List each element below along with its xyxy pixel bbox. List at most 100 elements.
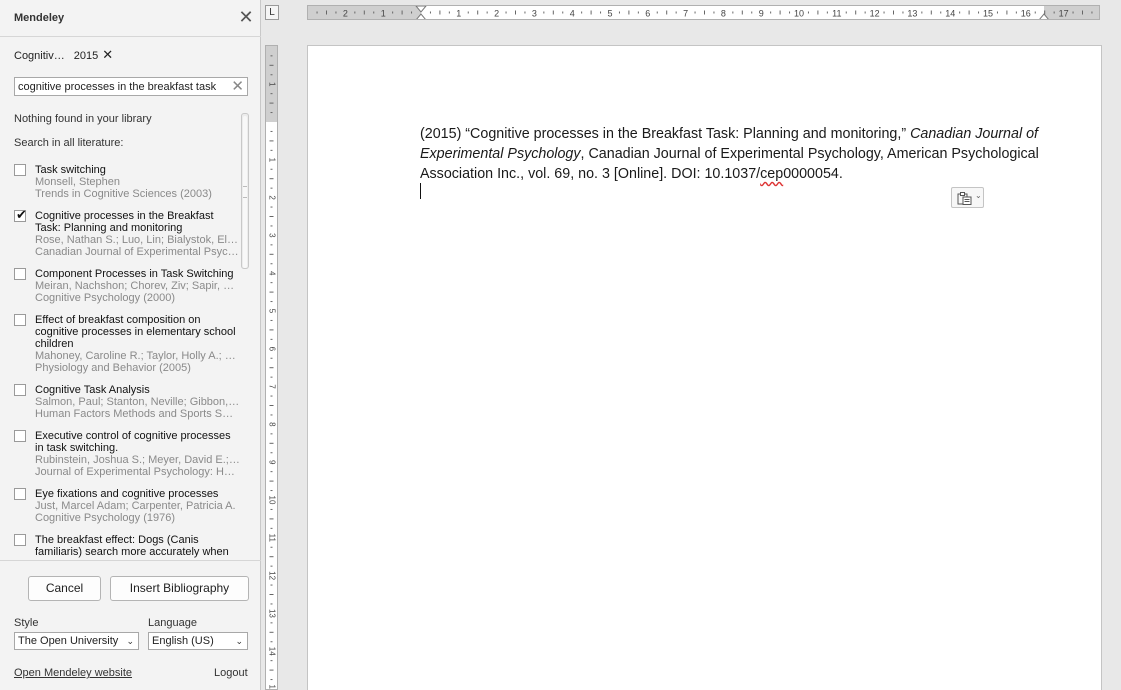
result-authors: Just, Marcel Adam; Carpenter, Patricia A… <box>35 500 236 512</box>
text-cursor <box>420 183 421 199</box>
logout-link[interactable]: Logout <box>214 667 248 679</box>
mendeley-panel: Mendeley ✕ Cognitiv…2015✕ ✕ Nothing foun… <box>0 0 261 690</box>
ruler-number: 1 <box>267 82 276 87</box>
results-scrollbar[interactable] <box>241 113 249 269</box>
ruler-number: 14 <box>945 9 955 19</box>
style-select[interactable]: The Open University ⌄ <box>14 632 139 650</box>
result-title: Cognitive Task Analysis <box>35 384 150 396</box>
ruler-number: 12 <box>267 571 276 580</box>
ruler-number: 17 <box>1059 9 1069 19</box>
ruler-number: 6 <box>267 347 276 352</box>
result-source: Trends in Cognitive Sciences (2003) <box>35 188 212 200</box>
ruler-number: 4 <box>570 9 575 19</box>
result-source: Physiology and Behavior (2005) <box>35 362 191 374</box>
panel-divider <box>0 560 261 561</box>
ruler-number: 9 <box>267 460 276 465</box>
vertical-ruler-ticks: 1123456789101112131415 <box>267 55 276 690</box>
cancel-button[interactable]: Cancel <box>28 576 101 601</box>
style-select-value: The Open University <box>18 635 119 647</box>
filter-chip-year: 2015 <box>73 50 99 62</box>
ruler-number: 3 <box>532 9 537 19</box>
result-title: Cognitive processes in the Breakfast Tas… <box>35 210 214 234</box>
result-source: Human Factors Methods and Sports S… <box>35 408 234 420</box>
result-title: Task switching <box>35 164 106 176</box>
select-caret-icon: ⌄ <box>235 636 243 646</box>
ruler-number: 5 <box>607 9 612 19</box>
ruler-number: 9 <box>759 9 764 19</box>
ruler-number: 7 <box>683 9 688 19</box>
bibliography-entry[interactable]: (2015) “Cognitive processes in the Break… <box>420 124 1050 184</box>
result-checkbox[interactable] <box>14 534 26 546</box>
result-title: Executive control of cognitive processes… <box>35 430 231 454</box>
ruler-number: 15 <box>983 9 993 19</box>
result-authors: Rose, Nathan S.; Luo, Lin; Bialystok, El… <box>35 234 238 246</box>
result-checkbox[interactable] <box>14 314 26 326</box>
close-icon[interactable]: ✕ <box>238 8 254 26</box>
horizontal-ruler[interactable]: 2 1 1 2 3 4 5 6 7 8 9 10 11 12 13 14 15 16 17 <box>307 5 1100 20</box>
result-source: Canadian Journal of Experimental Psyc… <box>35 246 239 258</box>
results-list: Task switching Monsell, Stephen Trends in … <box>0 156 240 559</box>
scrollbar-thumb[interactable] <box>243 116 247 268</box>
ruler-number: 6 <box>645 9 650 19</box>
paste-options-icon <box>957 192 972 205</box>
result-checkbox[interactable] <box>14 268 26 280</box>
search-all-heading: Search in all literature: <box>14 137 124 149</box>
checkmark-icon: ✔ <box>16 207 27 222</box>
filter-chip: Cognitiv… 2015 ✕ <box>14 47 113 63</box>
result-title: Eye fixations and cognitive processes <box>35 488 219 500</box>
horizontal-ruler-ticks: 2 1 1 2 3 4 5 6 7 8 9 10 11 12 13 14 15 16 17 <box>316 6 1093 19</box>
ruler-number: 3 <box>267 233 276 238</box>
nothing-found-message: Nothing found in your library <box>14 113 152 125</box>
ruler-number: 16 <box>1021 9 1031 19</box>
ruler-number: 2 <box>343 9 348 19</box>
language-select-value: English (US) <box>152 635 214 647</box>
ruler-number: 11 <box>832 9 841 19</box>
result-checkbox[interactable] <box>14 164 26 176</box>
scrollbar-grip-icon <box>243 186 247 198</box>
ruler-number: 2 <box>494 9 499 19</box>
panel-header: Mendeley ✕ <box>0 0 261 37</box>
citation-suffix: 0000054. <box>783 166 843 182</box>
ruler-number: 13 <box>267 609 276 618</box>
indent-marker-icon <box>415 6 427 19</box>
chevron-down-icon: ⌄ <box>975 191 982 200</box>
ruler-number: 10 <box>794 9 804 19</box>
open-mendeley-website-link[interactable]: Open Mendeley website <box>14 667 132 679</box>
result-source: Journal of Experimental Psychology: H… <box>35 466 235 478</box>
ruler-number: 8 <box>267 422 276 427</box>
language-label: Language <box>148 617 197 629</box>
insert-bibliography-button[interactable]: Insert Bibliography <box>110 576 249 601</box>
result-title: Effect of breakfast composition on cogni… <box>35 314 236 350</box>
result-checkbox[interactable]: ✔ <box>14 207 27 222</box>
ruler-number: 13 <box>907 9 917 19</box>
result-authors: Rubinstein, Joshua S.; Meyer, David E.;… <box>35 454 240 466</box>
language-select[interactable]: English (US) ⌄ <box>148 632 248 650</box>
ruler-number: 12 <box>870 9 880 19</box>
result-title: The breakfast effect: Dogs (Canis famili… <box>35 534 229 559</box>
result-checkbox[interactable] <box>14 430 26 442</box>
clear-search-icon[interactable]: ✕ <box>231 78 244 95</box>
ruler-number: 15 <box>267 685 276 690</box>
search-input[interactable] <box>18 79 233 94</box>
ruler-number: 7 <box>267 384 276 389</box>
result-checkbox[interactable] <box>14 488 26 500</box>
right-indent-marker-icon <box>1039 13 1049 19</box>
paste-options-button[interactable]: ⌄ <box>951 187 984 208</box>
search-box: ✕ <box>14 77 248 96</box>
ruler-number: 1 <box>456 9 461 19</box>
result-source: Cognitive Psychology (1976) <box>35 512 176 524</box>
citation-prefix: (2015) “Cognitive processes in the Break… <box>420 126 911 142</box>
result-authors: Salmon, Paul; Stanton, Neville; Gibbon,… <box>35 396 240 408</box>
vertical-ruler[interactable]: 1 1 2 3 4 5 6 7 8 9 10 11 12 13 14 15 <box>265 45 278 690</box>
remove-filter-icon[interactable]: ✕ <box>102 47 113 62</box>
result-authors: Mahoney, Caroline R.; Taylor, Holly A.; … <box>35 350 236 362</box>
ruler-number: 1 <box>381 9 386 19</box>
ruler-number: 14 <box>267 647 276 656</box>
select-caret-icon: ⌄ <box>126 636 134 646</box>
ruler-number: 11 <box>267 534 276 543</box>
document-page[interactable]: (2015) “Cognitive processes in the Break… <box>307 45 1102 690</box>
tab-selector[interactable]: L <box>265 5 279 20</box>
ruler-number: 8 <box>721 9 726 19</box>
style-label: Style <box>14 617 39 629</box>
result-checkbox[interactable] <box>14 384 26 396</box>
